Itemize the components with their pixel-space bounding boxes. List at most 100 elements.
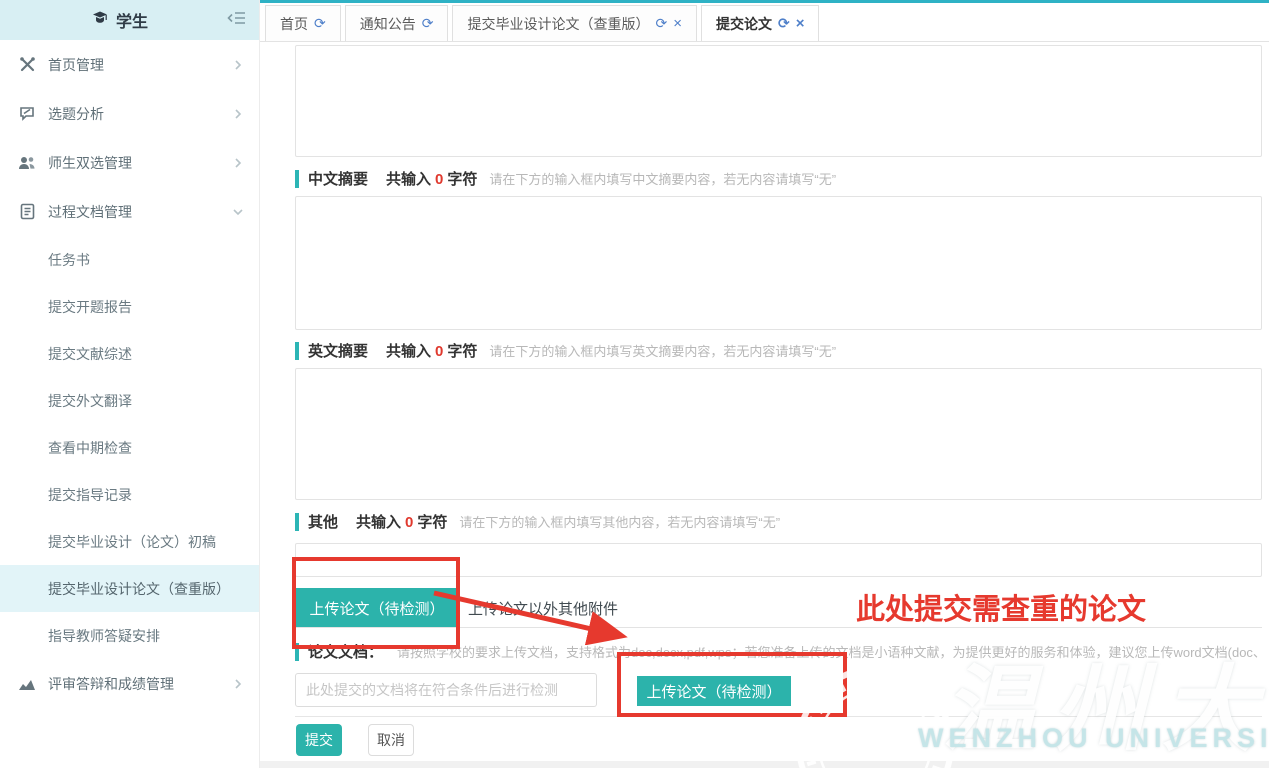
count-value: 0	[435, 343, 443, 360]
char-count: 共输入0字符	[386, 168, 477, 189]
section-label: 其他	[308, 511, 338, 532]
tools-icon	[16, 56, 38, 73]
chevron-right-icon	[233, 679, 243, 689]
sidebar-title-wrap: 学生	[12, 8, 227, 32]
char-count: 共输入0字符	[386, 340, 477, 361]
document-status-input[interactable]	[295, 673, 597, 707]
section-accent-bar	[295, 643, 299, 661]
upload-thesis-button-secondary[interactable]: 上传论文（待检测）	[637, 676, 791, 706]
student-icon	[91, 9, 109, 32]
count-prefix: 共输入	[386, 171, 431, 188]
tab-bar: 首页 ⟳ 通知公告 ⟳ 提交毕业设计论文（查重版） ⟳ × 提交论文 ⟳ ×	[260, 3, 1269, 42]
sidebar-item-label: 师生双选管理	[48, 153, 233, 173]
chevron-right-icon	[233, 109, 243, 119]
sidebar-subitem-advisor-qa-schedule[interactable]: 指导教师答疑安排	[0, 612, 259, 659]
sidebar-header: 学生	[0, 0, 259, 40]
upload-other-attachments-tab[interactable]: 上传论文以外其他附件	[468, 588, 618, 628]
sidebar-item-label: 首页管理	[48, 55, 233, 75]
thesis-document-label: 论文文档：	[308, 641, 383, 662]
count-prefix: 共输入	[356, 514, 401, 531]
subitem-label: 提交开题报告	[48, 297, 132, 317]
sidebar-title: 学生	[116, 8, 148, 32]
tab-label: 首页	[280, 14, 308, 34]
sidebar-subitem-proposal-report[interactable]: 提交开题报告	[0, 283, 259, 330]
bottom-separator	[295, 716, 1262, 717]
count-value: 0	[435, 171, 443, 188]
section-accent-bar	[295, 170, 299, 188]
section-accent-bar	[295, 342, 299, 360]
close-icon[interactable]: ×	[796, 16, 805, 31]
sidebar-item-home-management[interactable]: 首页管理	[0, 40, 259, 89]
count-suffix: 字符	[417, 514, 447, 531]
subitem-label: 提交文献综述	[48, 344, 132, 364]
chevron-right-icon	[233, 60, 243, 70]
subitem-label: 提交指导记录	[48, 485, 132, 505]
section-hint: 请在下方的输入框内填写中文摘要内容，若无内容请填写“无”	[489, 169, 836, 188]
tab-home[interactable]: 首页 ⟳	[265, 5, 341, 41]
section-hint: 请在下方的输入框内填写英文摘要内容，若无内容请填写“无”	[489, 341, 836, 360]
subitem-label: 查看中期检查	[48, 438, 132, 458]
refresh-icon[interactable]: ⟳	[655, 15, 667, 32]
sidebar-item-label: 评审答辩和成绩管理	[48, 674, 233, 694]
sidebar-subitem-guidance-records[interactable]: 提交指导记录	[0, 471, 259, 518]
section-header-en-abstract: 英文摘要 共输入0字符 请在下方的输入框内填写英文摘要内容，若无内容请填写“无”	[295, 340, 836, 361]
tab-notices[interactable]: 通知公告 ⟳	[345, 5, 449, 41]
sidebar-item-label: 过程文档管理	[48, 202, 233, 222]
sidebar-item-review-defense-grades[interactable]: 评审答辩和成绩管理	[0, 659, 259, 708]
section-header-other: 其他 共输入0字符 请在下方的输入框内填写其他内容，若无内容请填写“无”	[295, 511, 780, 532]
bottom-edge-strip	[260, 761, 1269, 768]
subitem-label: 提交毕业设计（论文）初稿	[48, 532, 216, 552]
thesis-document-hint: 请按照学校的要求上传文档，支持格式为doc,docx,pdf,wps；若您准备上…	[397, 642, 1262, 661]
count-prefix: 共输入	[386, 343, 431, 360]
section-label: 英文摘要	[308, 340, 368, 361]
sidebar-item-topic-analysis[interactable]: 选题分析	[0, 89, 259, 138]
subitem-label: 提交外文翻译	[48, 391, 132, 411]
tab-label: 提交毕业设计论文（查重版）	[467, 14, 649, 34]
section-label: 中文摘要	[308, 168, 368, 189]
count-value: 0	[405, 514, 413, 531]
subitem-label: 指导教师答疑安排	[48, 626, 160, 646]
upload-thesis-button[interactable]: 上传论文（待检测）	[295, 588, 459, 628]
topic-chat-icon	[16, 105, 38, 122]
collapse-sidebar-icon[interactable]	[227, 10, 247, 31]
subitem-label: 提交毕业设计论文（查重版）	[48, 579, 230, 599]
sidebar-subitem-task-book[interactable]: 任务书	[0, 236, 259, 283]
sidebar-item-label: 选题分析	[48, 104, 233, 124]
close-icon[interactable]: ×	[673, 16, 682, 31]
section-accent-bar	[295, 513, 299, 531]
subitem-label: 任务书	[48, 250, 90, 270]
tab-label: 通知公告	[360, 14, 416, 34]
app-root: 学生 首页管理 选题分析 师生双选管理	[0, 0, 1269, 768]
users-icon	[16, 155, 38, 171]
sidebar-item-mentor-student-selection[interactable]: 师生双选管理	[0, 138, 259, 187]
chart-icon	[16, 677, 38, 691]
sidebar-item-process-documents[interactable]: 过程文档管理	[0, 187, 259, 236]
refresh-icon[interactable]: ⟳	[778, 15, 790, 32]
cn-abstract-textarea[interactable]	[295, 196, 1262, 330]
sidebar-subitem-thesis-plagiarism-version[interactable]: 提交毕业设计论文（查重版）	[0, 565, 259, 612]
document-icon	[16, 203, 38, 220]
count-suffix: 字符	[447, 343, 477, 360]
submit-button[interactable]: 提交	[296, 724, 342, 756]
sidebar-subitem-foreign-translation[interactable]: 提交外文翻译	[0, 377, 259, 424]
cancel-button[interactable]: 取消	[368, 724, 414, 756]
refresh-icon[interactable]: ⟳	[422, 15, 434, 32]
textarea-top-partial[interactable]	[295, 45, 1262, 157]
sidebar-subitem-literature-review[interactable]: 提交文献综述	[0, 330, 259, 377]
refresh-icon[interactable]: ⟳	[314, 15, 326, 32]
chevron-right-icon	[233, 158, 243, 168]
count-suffix: 字符	[447, 171, 477, 188]
tab-label: 提交论文	[716, 14, 772, 34]
char-count: 共输入0字符	[356, 511, 447, 532]
sidebar: 学生 首页管理 选题分析 师生双选管理	[0, 0, 260, 768]
chevron-down-icon	[233, 207, 243, 217]
other-textarea[interactable]	[295, 543, 1262, 577]
tab-thesis-plagiarism-version[interactable]: 提交毕业设计论文（查重版） ⟳ ×	[452, 5, 697, 41]
section-header-cn-abstract: 中文摘要 共输入0字符 请在下方的输入框内填写中文摘要内容，若无内容请填写“无”	[295, 168, 836, 189]
en-abstract-textarea[interactable]	[295, 368, 1262, 500]
section-hint: 请在下方的输入框内填写其他内容，若无内容请填写“无”	[459, 512, 780, 531]
tab-submit-thesis[interactable]: 提交论文 ⟳ ×	[701, 5, 820, 41]
thesis-document-row: 论文文档： 请按照学校的要求上传文档，支持格式为doc,docx,pdf,wps…	[295, 641, 1262, 662]
sidebar-subitem-thesis-draft[interactable]: 提交毕业设计（论文）初稿	[0, 518, 259, 565]
sidebar-subitem-midterm-check[interactable]: 查看中期检查	[0, 424, 259, 471]
